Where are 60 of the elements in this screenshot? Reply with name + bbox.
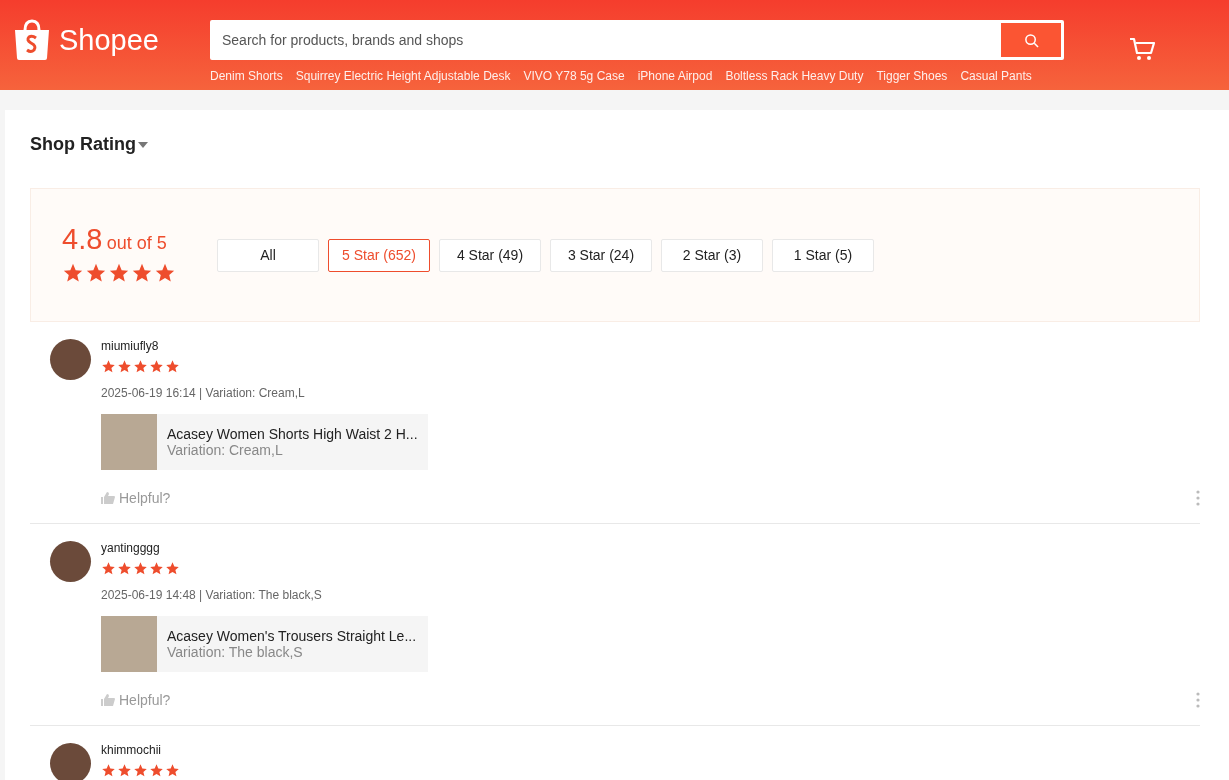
- star-icon: [165, 763, 180, 778]
- suggestion-link[interactable]: Denim Shorts: [210, 69, 283, 83]
- suggestion-link[interactable]: Squirrey Electric Height Adjustable Desk: [295, 69, 511, 83]
- search-icon: [1023, 32, 1039, 48]
- product-variation: Variation: The black,S: [167, 644, 304, 660]
- thumbs-up-icon: [101, 492, 115, 504]
- search-button[interactable]: [1001, 23, 1061, 57]
- star-icon: [133, 359, 148, 374]
- star-icon: [133, 763, 148, 778]
- star-icon: [101, 359, 116, 374]
- star-icon: [133, 561, 148, 576]
- product-card[interactable]: Acasey Women's Trousers Straight Le... Variation: The black,S: [101, 616, 428, 672]
- review-date-variation: 2025-06-19 16:14 | Variation: Cream,L: [101, 386, 306, 400]
- star-filter-button[interactable]: 3 Star (24): [550, 238, 652, 272]
- star-icon: [117, 763, 132, 778]
- avatar: [50, 339, 91, 380]
- star-icon: [101, 561, 116, 576]
- star-icon: [101, 763, 116, 778]
- suggestion-link[interactable]: iPhone Airpod: [637, 69, 713, 83]
- photo-placeholder: [101, 414, 157, 470]
- cart-icon[interactable]: [1128, 35, 1156, 63]
- product-name: Acasey Women's Trousers Straight Le...: [167, 628, 417, 644]
- helpful-button[interactable]: Helpful?: [101, 490, 171, 506]
- star-icon: [117, 561, 132, 576]
- review-date-variation: 2025-06-19 14:48 | Variation: The black,S: [101, 588, 323, 602]
- star-icon: [149, 763, 164, 778]
- logo-text[interactable]: Shopee: [59, 23, 159, 57]
- suggestion-link[interactable]: Casual Pants: [960, 69, 1032, 83]
- caret-icon[interactable]: [137, 140, 149, 149]
- more-options-icon[interactable]: [1196, 490, 1200, 506]
- product-card[interactable]: Acasey Women Shorts High Waist 2 H... Variation: Cream,L: [101, 414, 428, 470]
- star-icon: [117, 359, 132, 374]
- star-filter-button[interactable]: 4 Star (49): [439, 238, 541, 272]
- username: yantingggg: [101, 541, 161, 555]
- avatar: [50, 743, 91, 780]
- star-filter-button[interactable]: All: [217, 238, 319, 272]
- star-filter-button[interactable]: 2 Star (3): [661, 238, 763, 272]
- section-title[interactable]: Shop Rating: [30, 134, 136, 155]
- more-options-icon[interactable]: [1196, 692, 1200, 708]
- star-icon: [149, 359, 164, 374]
- star-icon: [165, 561, 180, 576]
- avatar: [50, 541, 91, 582]
- product-name: Acasey Women Shorts High Waist 2 H...: [167, 426, 418, 442]
- thumbs-up-icon: [101, 694, 115, 706]
- star-icon: [149, 561, 164, 576]
- rating-scale: out of 5: [106, 232, 167, 253]
- search-bar[interactable]: Search for products, brands and shops: [210, 20, 1064, 60]
- username: miumiufly8: [101, 339, 160, 353]
- rating-score: 4.8: [62, 222, 103, 255]
- shopping-bag-icon: [12, 18, 52, 62]
- helpful-button[interactable]: Helpful?: [101, 692, 171, 708]
- suggestion-link[interactable]: Tigger Shoes: [876, 69, 948, 83]
- suggestion-link[interactable]: Boltless Rack Heavy Duty: [725, 69, 864, 83]
- star-icon: [165, 359, 180, 374]
- username: khimmochii: [101, 743, 162, 757]
- star-filter-button[interactable]: 1 Star (5): [772, 238, 874, 272]
- star-filter-button[interactable]: 5 Star (652): [328, 238, 430, 272]
- suggestion-link[interactable]: VIVO Y78 5g Case: [523, 69, 625, 83]
- photo-placeholder: [101, 616, 157, 672]
- product-variation: Variation: Cream,L: [167, 442, 284, 458]
